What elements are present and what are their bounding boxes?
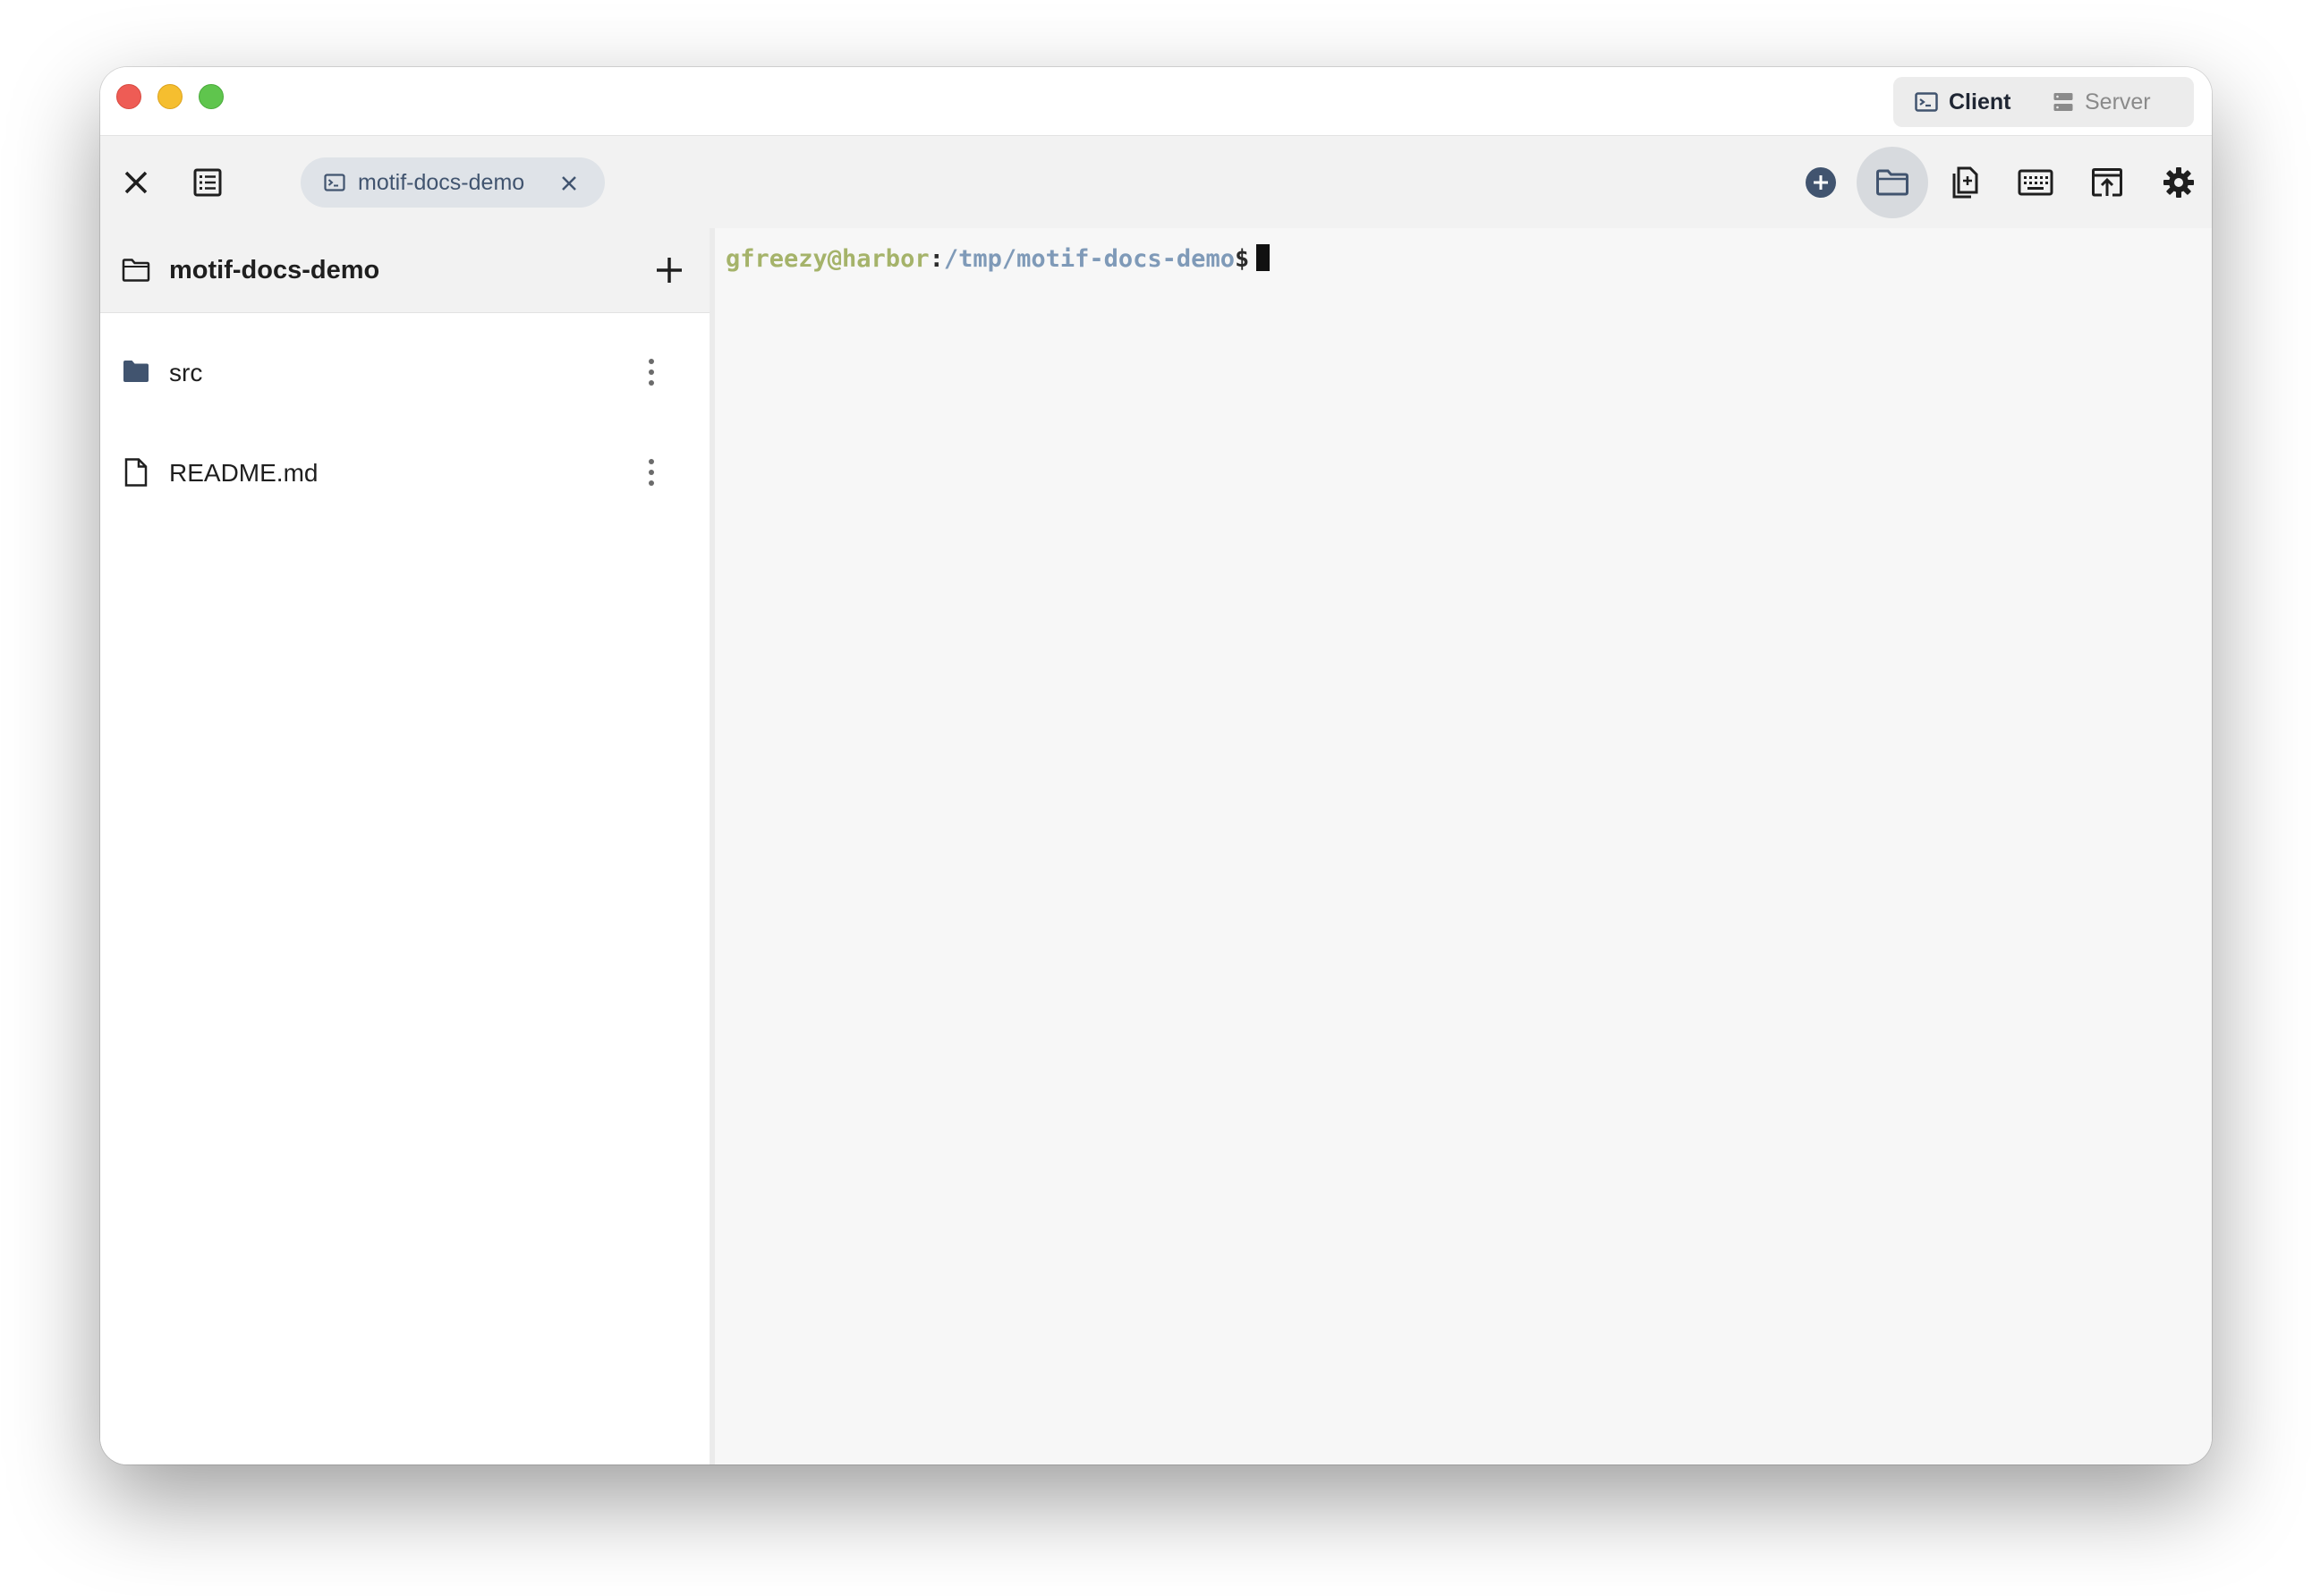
client-mode-button[interactable]: Client (1915, 77, 2010, 127)
plus-icon (657, 258, 682, 283)
window-close-button[interactable] (116, 84, 141, 109)
close-icon (124, 171, 148, 194)
list-view-button[interactable] (172, 147, 243, 218)
prompt-separator: : (929, 245, 944, 273)
terminal-prompt-line: gfreezy@harbor:/tmp/motif-docs-demo$ (726, 242, 1271, 276)
list-item[interactable]: src (100, 333, 710, 413)
server-mode-button[interactable]: Server (2053, 77, 2151, 127)
gear-icon (2163, 167, 2194, 198)
more-options-icon[interactable] (646, 457, 657, 488)
folder-button[interactable] (1857, 147, 1928, 218)
window-minimize-button[interactable] (157, 84, 183, 109)
server-icon (2053, 93, 2073, 111)
folder-icon (1876, 169, 1908, 196)
upload-window-icon (2092, 168, 2122, 197)
add-file-button[interactable] (651, 252, 687, 288)
copy-file-icon (1952, 166, 1978, 199)
mode-switch: Client Server (1893, 77, 2194, 127)
folder-icon (123, 361, 149, 382)
file-explorer-header: motif-docs-demo (100, 228, 710, 313)
server-mode-label: Server (2085, 89, 2151, 115)
prompt-user-host: gfreezy@harbor (726, 245, 930, 273)
list-item[interactable]: README.md (100, 433, 710, 514)
tab-close-button[interactable] (560, 173, 578, 199)
terminal-icon (324, 174, 345, 191)
window-maximize-button[interactable] (199, 84, 224, 109)
prompt-path: /tmp/motif-docs-demo (943, 245, 1235, 273)
copy-file-button[interactable] (1928, 147, 2000, 218)
close-panel-button[interactable] (100, 147, 172, 218)
add-circle-icon (1806, 167, 1836, 198)
prompt-symbol: $ (1234, 245, 1250, 273)
title-bar: Client Server (100, 67, 2212, 136)
client-mode-label: Client (1949, 89, 2011, 115)
keyboard-icon (2018, 169, 2053, 196)
list-view-icon (193, 168, 222, 197)
app-window: Client Server motif-docs-demo motif-docs… (100, 67, 2212, 1464)
terminal-pane[interactable]: gfreezy@harbor:/tmp/motif-docs-demo$ (715, 228, 2212, 1464)
list-item-label: src (169, 359, 203, 386)
terminal-cursor (1256, 244, 1271, 271)
settings-button[interactable] (2143, 147, 2212, 218)
close-icon (562, 176, 576, 191)
file-explorer: motif-docs-demo src README.md (100, 228, 710, 1464)
session-tab[interactable]: motif-docs-demo (301, 157, 605, 208)
more-options-icon[interactable] (646, 357, 657, 387)
session-tab-label: motif-docs-demo (358, 169, 525, 195)
keyboard-button[interactable] (2000, 147, 2071, 218)
terminal-icon (1915, 92, 1938, 112)
folder-outline-icon (122, 259, 150, 282)
new-session-button[interactable] (1785, 147, 1857, 218)
file-icon (124, 458, 148, 487)
file-explorer-title: motif-docs-demo (169, 256, 380, 284)
upload-button[interactable] (2071, 147, 2143, 218)
list-item-label: README.md (169, 459, 319, 487)
